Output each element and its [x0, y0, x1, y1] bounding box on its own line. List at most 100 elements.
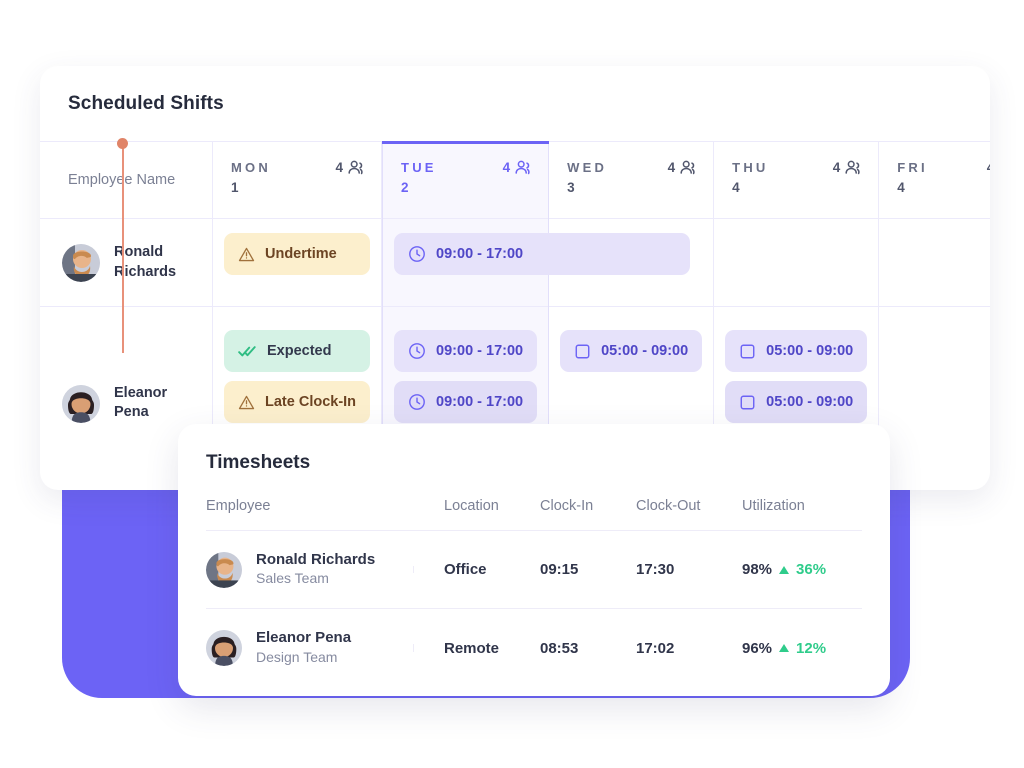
trend-up-icon — [779, 644, 790, 652]
shift-cell-wed-eleanor[interactable]: 05:00 - 09:00 — [549, 307, 713, 437]
timesheet-clock-in: 08:53 — [540, 639, 579, 657]
column-header-clock-in: Clock-In — [540, 498, 594, 514]
people-icon — [348, 160, 365, 175]
shift-chip-label: 05:00 - 09:00 — [766, 394, 854, 410]
shift-row-employee-eleanor[interactable]: Eleanor Pena — [40, 307, 212, 437]
shift-badge-late-clock-in[interactable]: Late Clock-In — [224, 381, 371, 423]
people-icon — [845, 160, 862, 175]
square-icon — [739, 394, 756, 411]
day-date-mon: 1 — [231, 180, 239, 195]
timesheet-utilization: 96% 12% — [742, 640, 862, 657]
shift-chip-label: 09:00 - 17:00 — [436, 246, 524, 262]
scheduled-shifts-title: Scheduled Shifts — [68, 93, 224, 114]
day-column-fri[interactable]: FRI 4 4 — [879, 142, 990, 490]
shift-cell-thu-ronald[interactable] — [714, 219, 879, 307]
timesheet-clock-out: 17:02 — [636, 639, 675, 657]
shift-cell-thu-eleanor[interactable]: 05:00 - 09:00 05:00 - 09:00 — [714, 307, 878, 437]
shift-chip-wed-eleanor-1[interactable]: 05:00 - 09:00 — [560, 330, 703, 372]
table-row[interactable]: Ronald Richards Sales Team Office 09:15 … — [206, 531, 862, 609]
day-label-thu: THU — [732, 160, 769, 175]
shift-badge-label: Undertime — [265, 246, 337, 262]
current-time-indicator-line — [122, 143, 124, 353]
timesheet-clock-out: 17:30 — [636, 561, 675, 578]
timesheet-location: Remote — [444, 639, 500, 657]
square-icon — [739, 343, 756, 360]
shift-chip-thu-eleanor-2[interactable]: 05:00 - 09:00 — [725, 381, 868, 423]
utilization-value: 98% — [742, 561, 773, 578]
screenshot-root: Scheduled Shifts Employee Name Ronald Ri… — [0, 0, 1024, 768]
day-header-mon: MON 4 1 — [213, 142, 382, 219]
timesheet-clock-in: 09:15 — [540, 561, 579, 578]
employee-cell: Ronald Richards — [40, 219, 212, 306]
timesheet-employee-name: Eleanor Pena — [256, 629, 352, 647]
utilization-delta: 36% — [796, 561, 827, 578]
shift-chip-thu-eleanor-1[interactable]: 05:00 - 09:00 — [725, 330, 868, 372]
double-check-icon — [238, 344, 257, 359]
column-header-location: Location — [444, 498, 499, 514]
timesheet-employee-cell: Ronald Richards Sales Team — [206, 550, 444, 589]
avatar-ronald-richards — [206, 551, 242, 588]
day-label-mon: MON — [231, 160, 271, 175]
day-date-tue: 2 — [401, 180, 409, 195]
clock-icon — [408, 245, 426, 263]
timesheet-employee-cell: Eleanor Pena Design Team — [206, 628, 444, 667]
shift-cell-mon-eleanor[interactable]: Expected Late Clock-In — [213, 307, 381, 437]
employee-name-eleanor: Eleanor Pena — [114, 384, 168, 421]
shift-badge-label: Expected — [267, 343, 332, 359]
avatar-ronald-richards — [62, 243, 100, 282]
warning-triangle-icon — [238, 394, 255, 411]
shift-cell-mon-ronald[interactable]: Undertime — [213, 219, 382, 307]
timesheets-table: Employee Location Clock-In Clock-Out Uti… — [206, 498, 862, 687]
day-label-tue: TUE — [401, 160, 437, 175]
day-header-wed: WED 4 3 — [549, 142, 714, 219]
column-header-clock-out: Clock-Out — [636, 498, 701, 514]
shift-row-employee-ronald[interactable]: Ronald Richards — [40, 219, 212, 307]
timesheet-employee-name: Ronald Richards — [256, 550, 376, 568]
column-header-utilization: Utilization — [742, 498, 805, 514]
day-label-wed: WED — [567, 160, 608, 175]
day-date-wed: 3 — [567, 180, 575, 195]
avatar-eleanor-pena — [206, 630, 242, 666]
clock-icon — [408, 342, 426, 360]
shift-chip-label: 05:00 - 09:00 — [766, 343, 854, 359]
day-staff-count-fri: 4 — [987, 160, 990, 175]
shift-chip-tue-eleanor-2[interactable]: 09:00 - 17:00 — [394, 381, 538, 423]
day-header-fri: FRI 4 4 — [879, 142, 990, 219]
people-icon — [680, 160, 697, 175]
day-date-thu: 4 — [732, 180, 740, 195]
shift-badge-undertime[interactable]: Undertime — [224, 233, 371, 275]
timesheet-employee-team: Sales Team — [256, 570, 329, 587]
employee-cell: Eleanor Pena — [40, 307, 212, 437]
shift-chip-tue-eleanor-1[interactable]: 09:00 - 17:00 — [394, 330, 538, 372]
employee-name-header: Employee Name — [40, 142, 212, 219]
timesheet-employee-team: Design Team — [256, 648, 338, 665]
shift-cell-fri-ronald[interactable] — [879, 219, 990, 307]
day-label-fri: FRI — [897, 160, 928, 175]
shift-badge-label: Late Clock-In — [265, 394, 357, 410]
shift-chip-label: 09:00 - 17:00 — [436, 343, 524, 359]
avatar-eleanor-pena — [62, 385, 100, 423]
day-staff-count-wed: 4 — [668, 160, 698, 175]
shift-cell-tue-eleanor[interactable]: 09:00 - 17:00 09:00 - 17:00 — [383, 307, 548, 437]
day-staff-count-thu: 4 — [833, 160, 863, 175]
current-time-indicator-dot — [117, 138, 128, 149]
shift-cell-fri-eleanor[interactable] — [879, 307, 990, 437]
day-header-thu: THU 4 4 — [714, 142, 879, 219]
column-header-employee: Employee — [206, 498, 444, 514]
shift-cell-tue-ronald[interactable]: 09:00 - 17:00 — [383, 219, 691, 307]
day-staff-count-tue: 4 — [503, 160, 533, 175]
timesheets-table-header: Employee Location Clock-In Clock-Out Uti… — [206, 498, 862, 531]
clock-icon — [408, 393, 426, 411]
day-date-fri: 4 — [897, 180, 905, 195]
shift-badge-expected[interactable]: Expected — [224, 330, 371, 372]
day-staff-count-mon: 4 — [336, 160, 366, 175]
timesheet-utilization: 98% 36% — [742, 561, 862, 578]
shift-chip-tue-ronald[interactable]: 09:00 - 17:00 — [394, 233, 691, 275]
people-icon — [515, 160, 532, 175]
table-row[interactable]: Eleanor Pena Design Team Remote 08:53 17… — [206, 609, 862, 687]
warning-triangle-icon — [238, 246, 255, 263]
utilization-value: 96% — [742, 639, 773, 657]
trend-up-icon — [779, 565, 790, 574]
utilization-delta: 12% — [796, 639, 827, 657]
shift-chip-label: 09:00 - 17:00 — [436, 394, 524, 410]
